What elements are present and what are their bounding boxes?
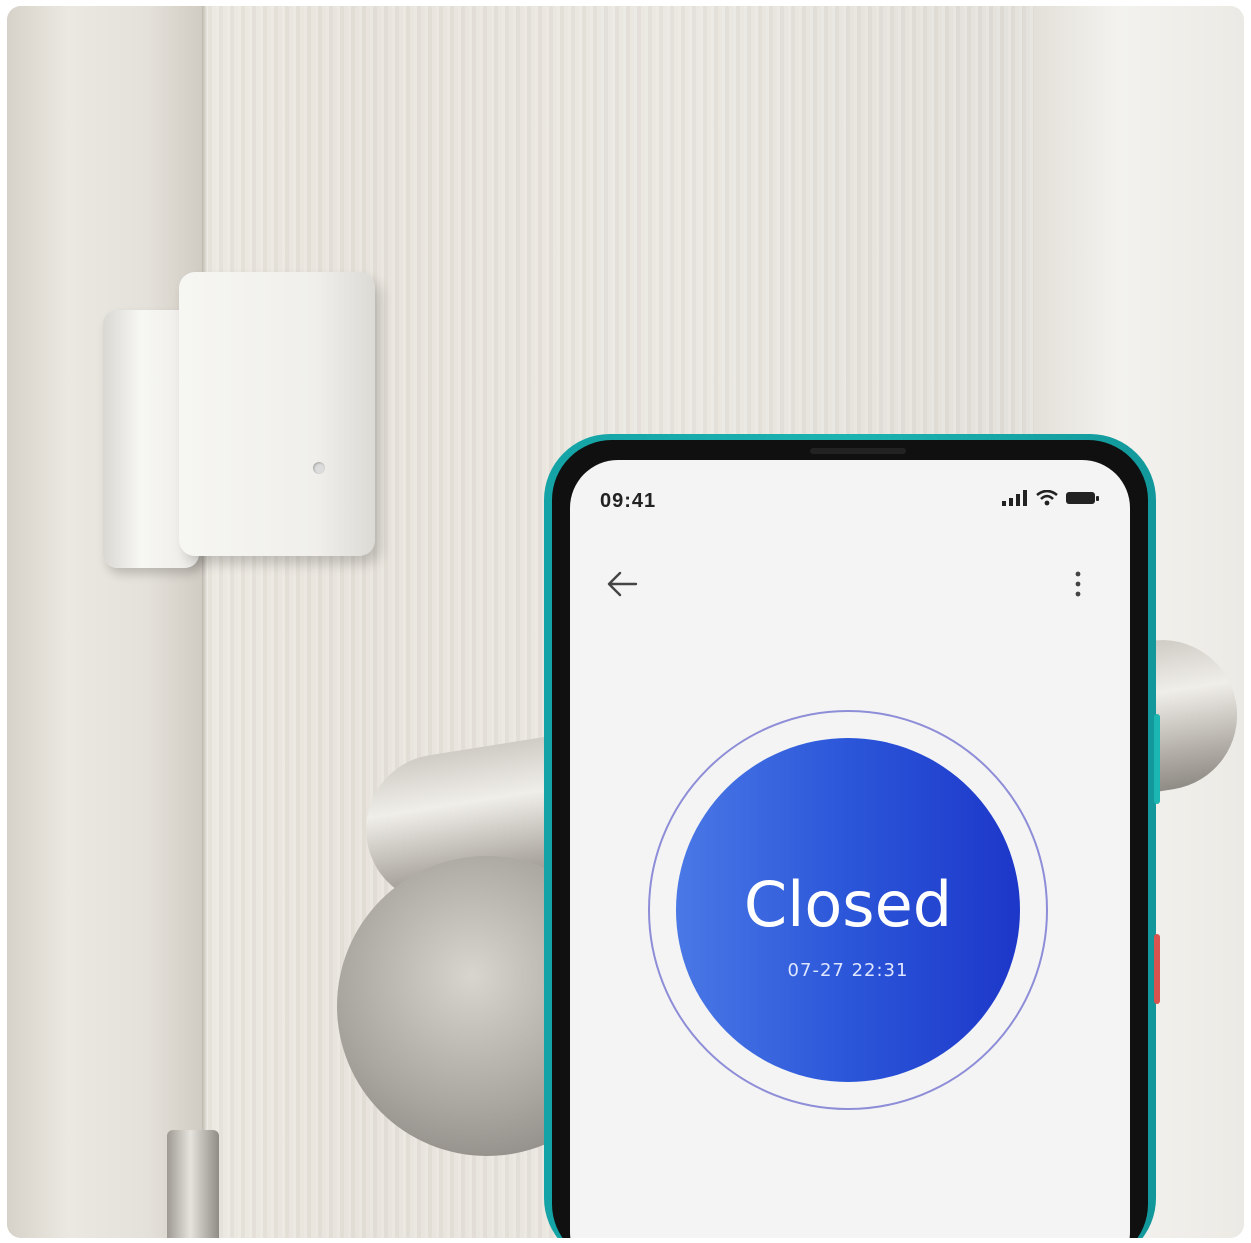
wifi-icon xyxy=(1036,490,1058,506)
app-screen: 09:41 Closed 07-27 22:31 xyxy=(570,460,1130,1238)
signal-icon xyxy=(1002,490,1027,506)
photo-background: 09:41 Closed 07-27 22:31 xyxy=(7,6,1244,1238)
status-icons xyxy=(1002,490,1100,506)
sensor-led xyxy=(313,462,325,474)
door-latch xyxy=(167,1130,219,1238)
phone-speaker xyxy=(810,448,906,454)
door-frame xyxy=(7,6,207,1238)
door-window-sensor xyxy=(179,272,375,556)
phone-power-button xyxy=(1154,934,1160,1004)
door-gap xyxy=(202,6,208,1238)
arrow-left-icon[interactable] xyxy=(604,568,644,600)
more-vertical-icon[interactable] xyxy=(1068,568,1088,600)
sensor-state-timestamp: 07-27 22:31 xyxy=(787,960,909,981)
battery-icon xyxy=(1066,492,1099,504)
status-time: 09:41 xyxy=(600,490,657,512)
sensor-state-indicator[interactable]: Closed 07-27 22:31 xyxy=(676,738,1020,1082)
sensor-state-label: Closed xyxy=(743,868,953,941)
phone-volume-button xyxy=(1154,714,1160,804)
phone-mockup: 09:41 Closed 07-27 22:31 xyxy=(544,434,1160,1238)
